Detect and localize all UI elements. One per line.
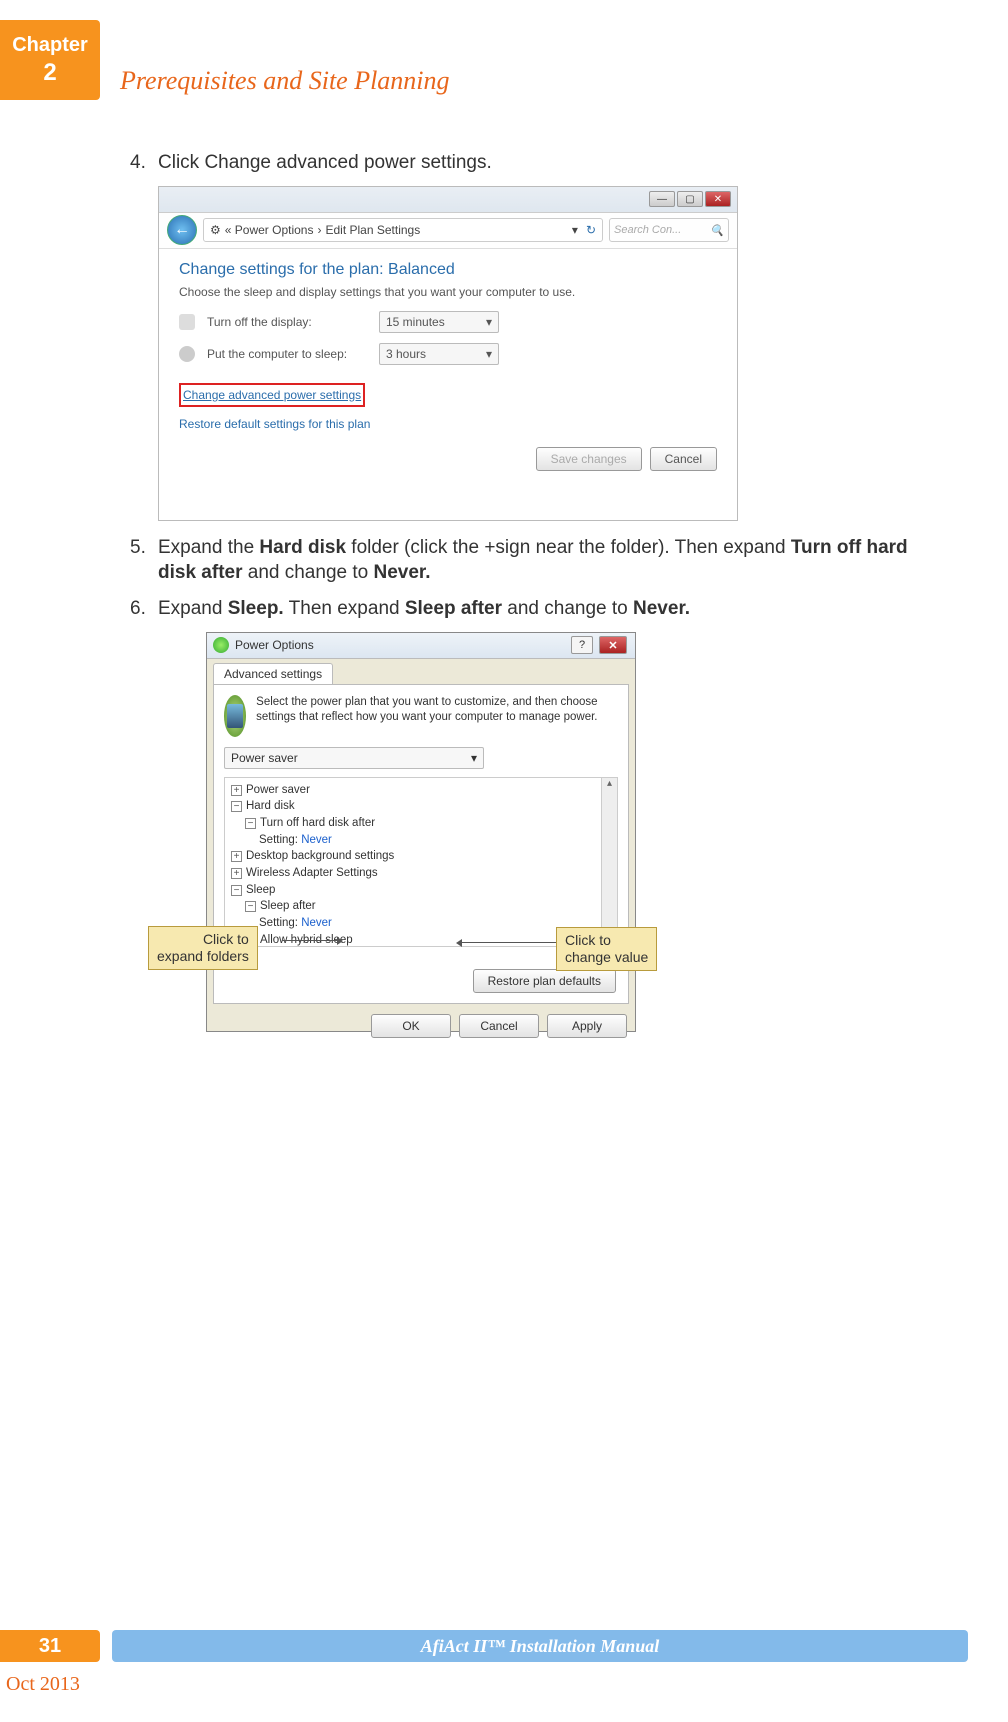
node-setting-value-sleep[interactable]: Never bbox=[301, 917, 332, 929]
screenshot-edit-plan-settings: — ▢ ✕ ← ⚙ « Power Options › Edit Plan Se… bbox=[158, 186, 738, 521]
intro-text: Select the power plan that you want to c… bbox=[256, 695, 618, 737]
power-plan-dropdown[interactable]: Power saver ▾ bbox=[224, 747, 484, 769]
help-button[interactable]: ? bbox=[571, 636, 593, 654]
restore-plan-defaults-button[interactable]: Restore plan defaults bbox=[473, 969, 616, 993]
button-row: Save changes Cancel bbox=[179, 447, 717, 471]
back-button[interactable]: ← bbox=[167, 215, 197, 245]
battery-icon bbox=[224, 695, 246, 737]
change-advanced-link[interactable]: Change advanced power settings bbox=[183, 386, 361, 404]
minimize-button[interactable]: — bbox=[649, 191, 675, 207]
node-turn-off-hd[interactable]: Turn off hard disk after bbox=[260, 817, 375, 829]
intro-row: Select the power plan that you want to c… bbox=[224, 695, 618, 737]
highlight-box: Change advanced power settings bbox=[179, 383, 365, 407]
crumb-sep: › bbox=[317, 223, 321, 237]
node-power-saver[interactable]: Power saver bbox=[246, 784, 310, 796]
display-label: Turn off the display: bbox=[207, 315, 367, 329]
dialog-button-row: OK Cancel Apply bbox=[207, 1010, 635, 1046]
ok-button[interactable]: OK bbox=[371, 1014, 451, 1038]
page-content: 4. Click Change advanced power settings.… bbox=[130, 150, 928, 1037]
collapse-icon[interactable]: − bbox=[245, 901, 256, 912]
step-5-number: 5. bbox=[130, 535, 158, 586]
node-setting-label: Setting: bbox=[259, 917, 298, 929]
step-4: 4. Click Change advanced power settings. bbox=[130, 150, 928, 176]
node-sleep-after[interactable]: Sleep after bbox=[260, 900, 316, 912]
expand-icon[interactable]: + bbox=[231, 868, 242, 879]
callout-arrow bbox=[462, 942, 557, 943]
step-5: 5. Expand the Hard disk folder (click th… bbox=[130, 535, 928, 586]
manual-title-bar: AfiAct II™ Installation Manual bbox=[112, 1630, 968, 1662]
callout-arrow bbox=[282, 940, 337, 941]
window-titlebar: — ▢ ✕ bbox=[159, 187, 737, 213]
chevron-down-icon: ▾ bbox=[486, 315, 492, 329]
restore-defaults-link[interactable]: Restore default settings for this plan bbox=[179, 415, 370, 433]
window-body: Change settings for the plan: Balanced C… bbox=[159, 249, 737, 483]
crumb-leaf: Edit Plan Settings bbox=[325, 223, 420, 237]
search-placeholder: Search Con... bbox=[614, 224, 681, 236]
sleep-dropdown[interactable]: 3 hours ▾ bbox=[379, 343, 499, 365]
callout-change-value: Click to change value bbox=[556, 927, 657, 971]
chapter-label: Chapter bbox=[0, 34, 100, 57]
breadcrumb[interactable]: ⚙ « Power Options › Edit Plan Settings ▾… bbox=[203, 218, 603, 242]
collapse-icon[interactable]: − bbox=[231, 801, 242, 812]
display-dropdown[interactable]: 15 minutes ▾ bbox=[379, 311, 499, 333]
step-6-text: Expand Sleep. Then expand Sleep after an… bbox=[158, 596, 690, 622]
scrollbar[interactable] bbox=[601, 778, 617, 946]
node-sleep[interactable]: Sleep bbox=[246, 884, 275, 896]
step-4-text: Click Change advanced power settings. bbox=[158, 150, 492, 176]
dialog-titlebar: Power Options ? ✕ bbox=[207, 633, 635, 659]
row-display: Turn off the display: 15 minutes ▾ bbox=[179, 311, 717, 333]
chapter-tab: Chapter 2 bbox=[0, 20, 100, 100]
plan-subheading: Choose the sleep and display settings th… bbox=[179, 285, 717, 299]
node-setting-label: Setting: bbox=[259, 834, 298, 846]
address-bar: ← ⚙ « Power Options › Edit Plan Settings… bbox=[159, 213, 737, 249]
close-button[interactable]: ✕ bbox=[705, 191, 731, 207]
plan-heading: Change settings for the plan: Balanced bbox=[179, 261, 717, 279]
node-setting-value-hd[interactable]: Never bbox=[301, 834, 332, 846]
dialog-title: Power Options bbox=[235, 638, 314, 652]
sleep-value: 3 hours bbox=[386, 347, 426, 361]
node-hard-disk[interactable]: Hard disk bbox=[246, 800, 295, 812]
crumb-root: « Power Options bbox=[225, 223, 314, 237]
apply-button[interactable]: Apply bbox=[547, 1014, 627, 1038]
sleep-label: Put the computer to sleep: bbox=[207, 347, 367, 361]
plan-value: Power saver bbox=[231, 751, 298, 765]
step-4-number: 4. bbox=[130, 150, 158, 176]
search-icon: 🔍 bbox=[710, 224, 724, 237]
close-button[interactable]: ✕ bbox=[599, 636, 627, 654]
tab-advanced-settings[interactable]: Advanced settings bbox=[213, 663, 333, 684]
expand-icon[interactable]: + bbox=[231, 785, 242, 796]
save-changes-button[interactable]: Save changes bbox=[536, 447, 642, 471]
step-6: 6. Expand Sleep. Then expand Sleep after… bbox=[130, 596, 928, 622]
step-6-number: 6. bbox=[130, 596, 158, 622]
page-number: 31 bbox=[0, 1630, 100, 1662]
tab-row: Advanced settings bbox=[207, 659, 635, 684]
maximize-button[interactable]: ▢ bbox=[677, 191, 703, 207]
cancel-button[interactable]: Cancel bbox=[459, 1014, 539, 1038]
search-input[interactable]: Search Con... 🔍 bbox=[609, 218, 729, 242]
document-date: Oct 2013 bbox=[6, 1673, 80, 1696]
chevron-down-icon: ▾ bbox=[471, 751, 477, 765]
cancel-button[interactable]: Cancel bbox=[650, 447, 717, 471]
monitor-icon bbox=[179, 314, 195, 330]
moon-icon bbox=[179, 346, 195, 362]
collapse-icon[interactable]: − bbox=[231, 885, 242, 896]
screenshot-power-options: Power Options ? ✕ Advanced settings Sele… bbox=[206, 632, 636, 1032]
callout-expand-folders: Click to expand folders bbox=[148, 926, 258, 970]
settings-tree: +Power saver −Hard disk −Turn off hard d… bbox=[224, 777, 618, 947]
power-icon bbox=[213, 637, 229, 653]
expand-icon[interactable]: + bbox=[231, 851, 242, 862]
screenshot-power-options-wrap: Power Options ? ✕ Advanced settings Sele… bbox=[158, 632, 638, 1037]
display-value: 15 minutes bbox=[386, 315, 445, 329]
chevron-down-icon: ▾ bbox=[486, 347, 492, 361]
node-desktop-bg[interactable]: Desktop background settings bbox=[246, 850, 394, 862]
section-title: Prerequisites and Site Planning bbox=[120, 66, 450, 96]
chapter-number: 2 bbox=[0, 59, 100, 87]
step-5-text: Expand the Hard disk folder (click the +… bbox=[158, 535, 928, 586]
collapse-icon[interactable]: − bbox=[245, 818, 256, 829]
node-wireless[interactable]: Wireless Adapter Settings bbox=[246, 867, 378, 879]
row-sleep: Put the computer to sleep: 3 hours ▾ bbox=[179, 343, 717, 365]
